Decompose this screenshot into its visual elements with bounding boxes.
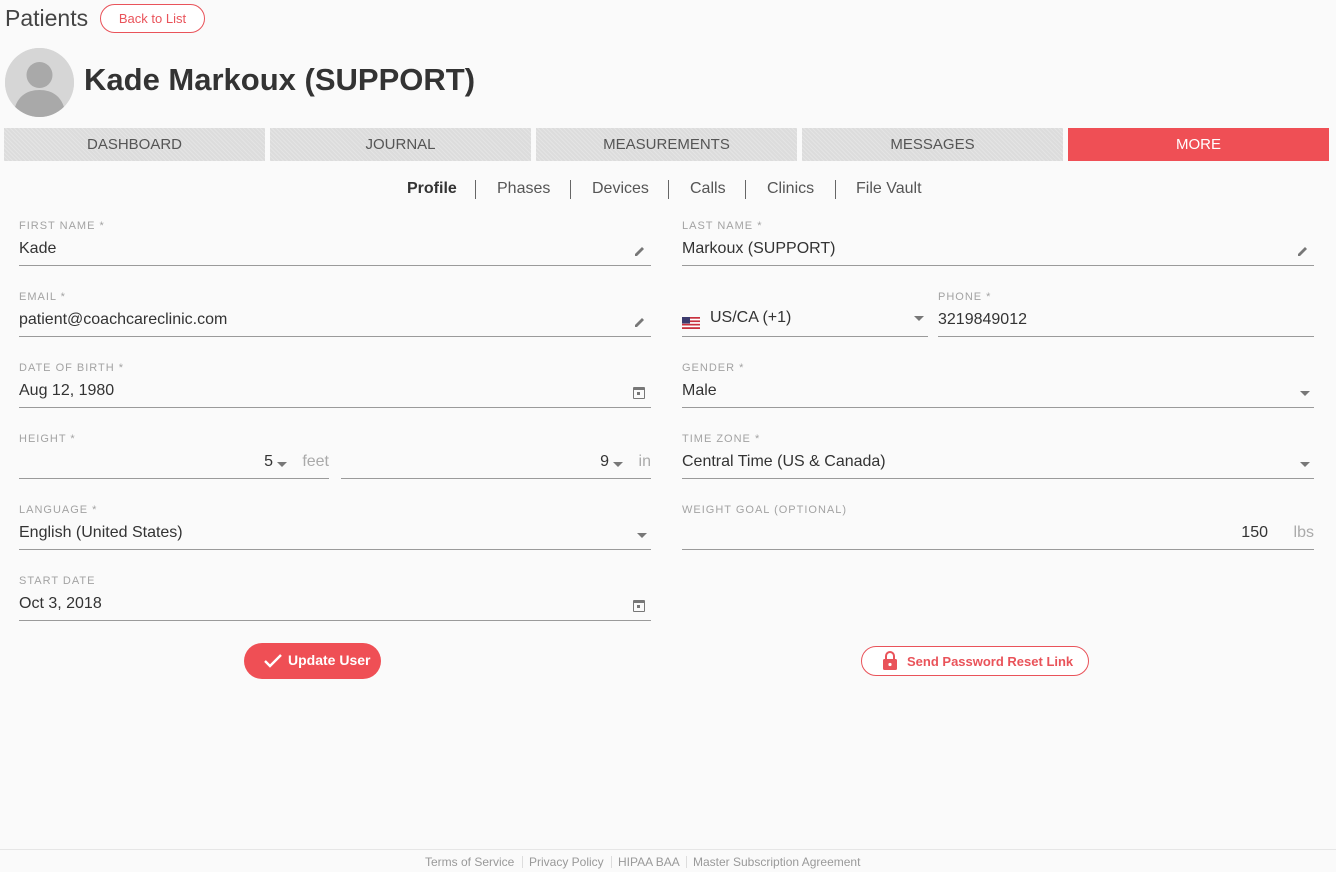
page-footer: Terms of Service Privacy Policy HIPAA BA… [0,849,1336,872]
weight-goal-label: WEIGHT GOAL (OPTIONAL) [682,504,848,516]
first-name-field[interactable]: FIRST NAME * Kade [19,220,651,266]
update-user-label: Update User [288,652,371,668]
phone-field[interactable]: PHONE * 3219849012 [938,291,1314,337]
language-label: LANGUAGE * [19,504,98,516]
caret-down-icon [637,533,647,538]
height-feet-unit: feet [302,453,329,470]
caret-down-icon [1300,462,1310,467]
weight-goal-unit: lbs [1293,524,1314,541]
subnav-divider [745,180,746,199]
calendar-icon[interactable] [633,387,645,399]
back-to-list-button[interactable]: Back to List [100,4,205,33]
send-password-reset-button[interactable]: Send Password Reset Link [861,646,1089,676]
subnav-phases[interactable]: Phases [497,180,550,198]
subnav-profile[interactable]: Profile [407,180,457,198]
subnav-divider [668,180,669,199]
check-icon [264,654,282,668]
caret-down-icon [277,462,287,467]
footer-link-privacy[interactable]: Privacy Policy [529,855,604,869]
first-name-value: Kade [19,240,57,257]
caret-down-icon [613,462,623,467]
email-label: EMAIL * [19,291,66,303]
start-date-field[interactable]: START DATE Oct 3, 2018 [19,575,651,621]
height-feet-select[interactable]: 5 feet [19,433,329,479]
dob-label: DATE OF BIRTH * [19,362,125,374]
caret-down-icon [1300,391,1310,396]
gender-label: GENDER * [682,362,745,374]
update-user-button[interactable]: Update User [244,643,381,679]
lock-icon [883,651,897,670]
dob-value: Aug 12, 1980 [19,382,115,399]
email-value: patient@coachcareclinic.com [19,311,228,328]
us-flag-icon [682,317,700,329]
section-title: Patients [5,5,89,31]
timezone-label: TIME ZONE * [682,433,761,445]
footer-divider [611,856,612,868]
footer-divider [686,856,687,868]
start-date-label: START DATE [19,575,96,587]
subnav-calls[interactable]: Calls [690,180,726,198]
page-header: Patients Back to List [0,0,1336,40]
footer-link-msa[interactable]: Master Subscription Agreement [693,855,860,869]
last-name-field[interactable]: LAST NAME * Markoux (SUPPORT) [682,220,1314,266]
tab-dashboard[interactable]: DASHBOARD [4,128,265,161]
weight-goal-value: 150 [1241,524,1268,541]
calendar-icon[interactable] [633,600,645,612]
subnav-divider [835,180,836,199]
email-field[interactable]: EMAIL * patient@coachcareclinic.com [19,291,651,337]
height-feet-value: 5 [264,453,273,470]
height-inches-value: 9 [600,453,609,470]
timezone-select[interactable]: TIME ZONE * Central Time (US & Canada) [682,433,1314,479]
phone-value: 3219849012 [938,311,1027,328]
tab-messages[interactable]: MESSAGES [802,128,1063,161]
tab-more[interactable]: MORE [1068,128,1329,161]
footer-divider [522,856,523,868]
tab-journal[interactable]: JOURNAL [270,128,531,161]
pencil-icon[interactable] [633,315,647,329]
avatar-icon [5,48,74,117]
height-inches-unit: in [638,453,651,470]
last-name-value: Markoux (SUPPORT) [682,240,836,257]
gender-value: Male [682,382,717,399]
country-code-select[interactable]: US/CA (+1) [682,291,928,337]
patient-name: Kade Markoux (SUPPORT) [84,62,476,97]
last-name-label: LAST NAME * [682,220,763,232]
subnav-devices[interactable]: Devices [592,180,649,198]
tab-measurements[interactable]: MEASUREMENTS [536,128,797,161]
send-password-reset-label: Send Password Reset Link [907,654,1074,669]
dob-field[interactable]: DATE OF BIRTH * Aug 12, 1980 [19,362,651,408]
language-value: English (United States) [19,524,183,541]
weight-goal-field[interactable]: WEIGHT GOAL (OPTIONAL) 150 lbs [682,504,1314,550]
profile-subnav: Profile Phases Devices Calls Clinics Fil… [0,180,1336,202]
subnav-file-vault[interactable]: File Vault [856,180,922,198]
language-select[interactable]: LANGUAGE * English (United States) [19,504,651,550]
timezone-value: Central Time (US & Canada) [682,453,886,470]
start-date-value: Oct 3, 2018 [19,595,102,612]
pencil-icon[interactable] [1296,244,1310,258]
pencil-icon[interactable] [633,244,647,258]
subnav-divider [475,180,476,199]
footer-link-terms[interactable]: Terms of Service [425,855,514,869]
height-inches-select[interactable]: 9 in [341,433,651,479]
phone-label: PHONE * [938,291,992,303]
caret-down-icon [914,316,924,321]
subnav-divider [570,180,571,199]
subnav-clinics[interactable]: Clinics [767,180,814,198]
country-code-value: US/CA (+1) [710,309,792,326]
first-name-label: FIRST NAME * [19,220,105,232]
gender-select[interactable]: GENDER * Male [682,362,1314,408]
footer-link-hipaa[interactable]: HIPAA BAA [618,855,680,869]
main-tabs: DASHBOARD JOURNAL MEASUREMENTS MESSAGES … [4,128,1330,161]
